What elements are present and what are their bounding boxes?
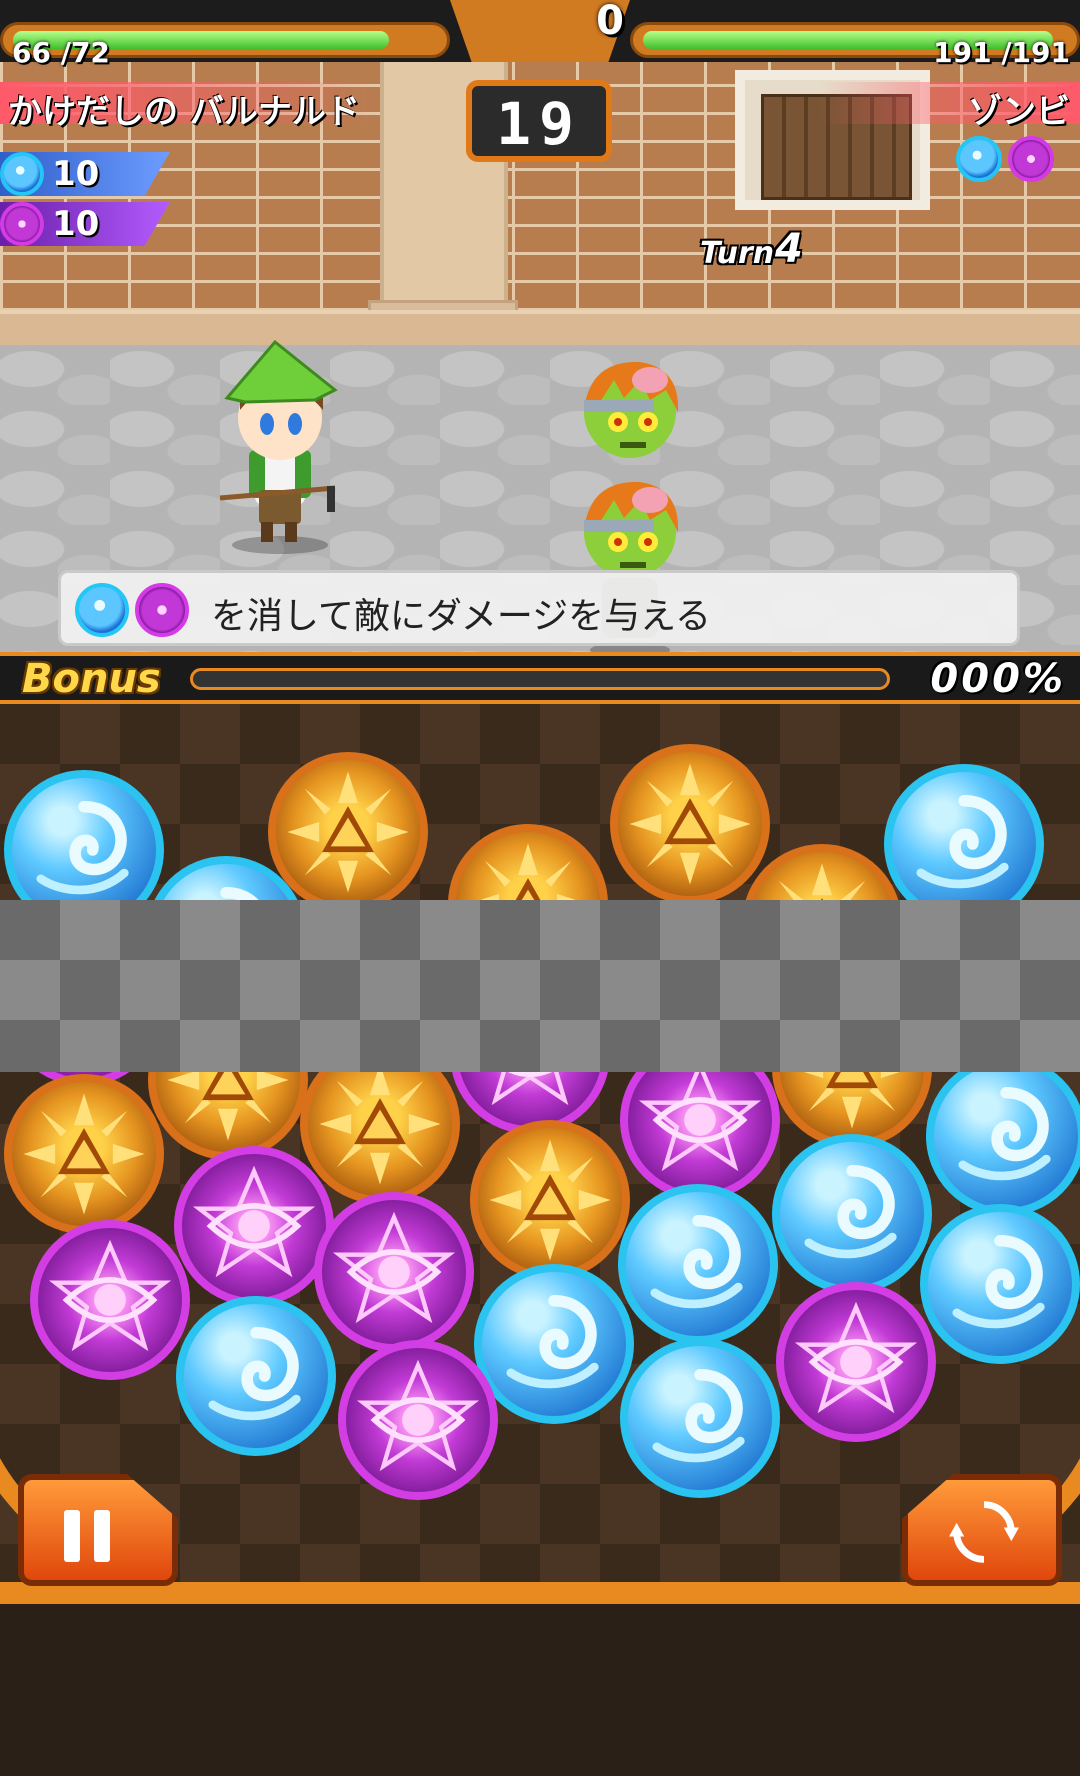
water-orb-icon [506, 1295, 599, 1389]
enemy-name: ゾンビ [968, 92, 1070, 132]
sun-orb-icon [629, 763, 751, 885]
turn-label: Turn [700, 236, 775, 271]
sun-orb-icon [319, 1063, 441, 1185]
eye-orb[interactable] [776, 1282, 936, 1442]
eye-orb[interactable] [338, 1340, 498, 1500]
zombie-enemy-head [584, 361, 679, 458]
eye-orb[interactable] [174, 1146, 334, 1306]
sun-orb-icon [23, 1093, 145, 1215]
water-orb-icon [958, 1087, 1051, 1181]
enemy-hp-text: 191 /191 [933, 36, 1070, 69]
eye-orb[interactable] [30, 1220, 190, 1380]
hero-character [219, 340, 338, 554]
sun-orb-icon [287, 771, 409, 893]
water-orb-icon [650, 1215, 743, 1309]
turn-timer: 19 [466, 80, 612, 162]
shuffle-icon [949, 1501, 1019, 1563]
sun-orb[interactable] [268, 752, 428, 912]
water-orb[interactable] [474, 1264, 634, 1424]
hint-message-text: を消して敵にダメージを与える [211, 596, 712, 637]
pause-icon [94, 1510, 110, 1562]
player-water-count: 10 [0, 152, 170, 196]
turn-number: 4 [775, 226, 803, 272]
water-orb-icon [208, 1327, 301, 1421]
water-orb[interactable] [618, 1184, 778, 1344]
water-orb[interactable] [772, 1134, 932, 1294]
water-orb-icon [916, 795, 1009, 889]
sun-orb[interactable] [470, 1120, 630, 1280]
sun-orb[interactable] [4, 1074, 164, 1234]
sun-orb[interactable] [610, 744, 770, 904]
eye-orb-icon [332, 1211, 456, 1324]
water-orb-icon [956, 136, 1002, 182]
water-orb-icon [0, 152, 44, 196]
eye-orb-icon [794, 1301, 918, 1414]
water-orb[interactable] [620, 1338, 780, 1498]
checkered-floor [0, 900, 1080, 1072]
bonus-label: Bonus [22, 656, 161, 702]
water-orb[interactable] [920, 1204, 1080, 1364]
water-orb-icon [75, 583, 129, 637]
player-name: かけだしの バルナルド [8, 92, 360, 132]
score-counter: 0 [596, 0, 624, 44]
player-hp-text: 66 /72 [12, 36, 110, 69]
bonus-gauge [190, 668, 890, 690]
battle-scene: 0 66 /72 191 /191 かけだしの バルナルド ゾンビ 10 10 … [0, 0, 1080, 660]
bonus-bar: Bonus 000% [0, 652, 1080, 704]
timer-value: 19 [496, 90, 582, 158]
water-orb-icon [804, 1165, 897, 1259]
eye-orb-icon [356, 1359, 480, 1472]
puzzle-board[interactable] [0, 704, 1080, 1604]
pause-icon [64, 1510, 80, 1562]
eye-orb-icon [0, 202, 44, 246]
eye-orb-icon [192, 1165, 316, 1278]
eye-orb-icon [48, 1239, 172, 1352]
water-orb-icon [652, 1369, 745, 1463]
water-orb[interactable] [926, 1056, 1080, 1216]
water-orb[interactable] [176, 1296, 336, 1456]
water-orb-icon [952, 1235, 1045, 1329]
player-eye-count: 10 [0, 202, 170, 246]
hint-message: を消して敵にダメージを与える [58, 570, 1020, 646]
eye-orb-icon [1008, 136, 1054, 182]
bonus-percent: 000% [930, 656, 1066, 702]
sun-orb-icon [489, 1139, 611, 1261]
eye-orb-icon [135, 583, 189, 637]
eye-orb[interactable] [314, 1192, 474, 1352]
